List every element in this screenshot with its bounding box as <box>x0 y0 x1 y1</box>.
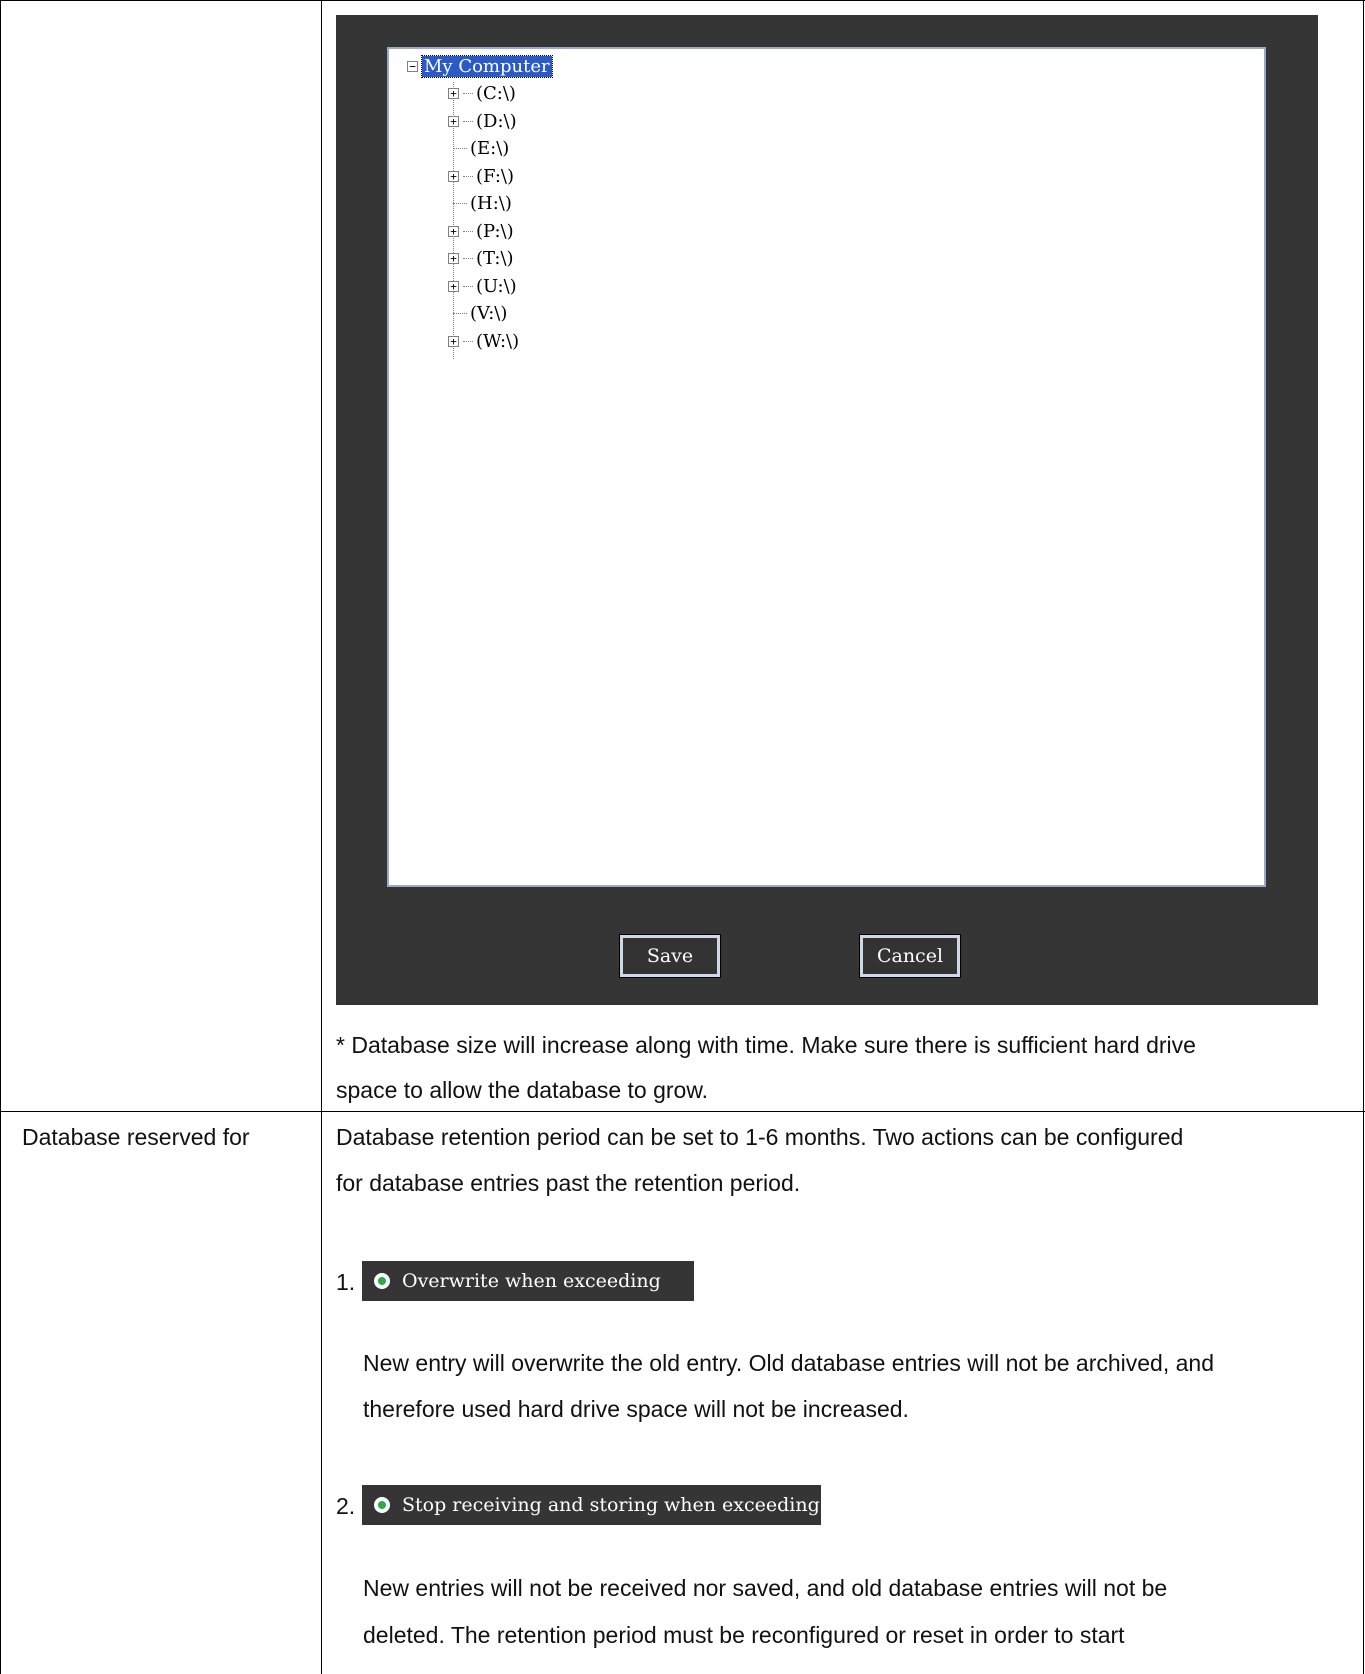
expand-icon[interactable]: + <box>448 87 459 99</box>
folder-tree-panel[interactable] <box>387 47 1266 887</box>
tree-drive-label: (E:\) <box>470 137 510 159</box>
expand-icon[interactable]: + <box>448 280 459 292</box>
tree-drive-node[interactable]: + (U:\) <box>448 272 517 300</box>
radio-selected-icon <box>374 1497 390 1513</box>
tree-connector <box>453 147 467 149</box>
option-desc-line-1: New entry will overwrite the old entry. … <box>363 1350 1214 1376</box>
row-label: Database reserved for <box>22 1124 250 1150</box>
table-left-border <box>0 0 1 1674</box>
option-desc-line-2: therefore used hard drive space will not… <box>363 1396 909 1422</box>
table-top-border <box>0 0 1365 1</box>
save-button[interactable]: Save <box>619 934 721 978</box>
expand-icon[interactable]: + <box>448 335 459 347</box>
tree-drive-label: (H:\) <box>470 192 512 214</box>
radio-label: Stop receiving and storing when exceedin… <box>402 1494 820 1516</box>
option-number: 1. <box>336 1269 356 1295</box>
tree-drive-node[interactable]: + (P:\) <box>448 217 514 245</box>
tree-drive-label: (U:\) <box>476 275 517 297</box>
tree-drive-label: (C:\) <box>476 82 516 104</box>
tree-connector <box>453 202 467 204</box>
tree-drive-node[interactable]: + (T:\) <box>448 244 514 272</box>
tree-connector <box>463 175 473 177</box>
tree-drive-node[interactable]: (E:\) <box>448 134 509 162</box>
tree-connector <box>463 92 473 94</box>
tree-drive-label: (P:\) <box>476 220 514 242</box>
option-number: 2. <box>336 1493 356 1519</box>
tree-connector <box>453 312 467 314</box>
tree-drive-label: (V:\) <box>470 302 508 324</box>
tree-connector <box>463 230 473 232</box>
expand-icon[interactable]: + <box>448 225 459 237</box>
intro-line-1: Database retention period can be set to … <box>336 1124 1184 1150</box>
option-desc-line-2: deleted. The retention period must be re… <box>363 1622 1125 1648</box>
tree-drive-label: (W:\) <box>476 330 520 352</box>
tree-drive-label: (D:\) <box>476 110 517 132</box>
radio-label: Overwrite when exceeding <box>402 1270 661 1292</box>
intro-line-2: for database entries past the retention … <box>336 1170 801 1196</box>
expand-icon[interactable]: + <box>448 115 459 127</box>
overwrite-radio-option[interactable]: Overwrite when exceeding <box>362 1261 694 1301</box>
tree-drive-node[interactable]: (H:\) <box>448 189 512 217</box>
table-right-border <box>1363 0 1364 1674</box>
tree-root[interactable]: − My Computer <box>407 52 553 80</box>
tree-connector <box>463 257 473 259</box>
tree-drive-node[interactable]: (V:\) <box>448 299 507 327</box>
note-line-2: space to allow the database to grow. <box>336 1077 709 1103</box>
tree-connector <box>463 340 473 342</box>
collapse-icon[interactable]: − <box>407 60 418 72</box>
tree-drive-label: (T:\) <box>476 247 514 269</box>
radio-selected-icon <box>374 1273 390 1289</box>
stop-receiving-radio-option[interactable]: Stop receiving and storing when exceedin… <box>362 1485 821 1525</box>
expand-icon[interactable]: + <box>448 170 459 182</box>
note-line-1: * Database size will increase along with… <box>336 1032 1196 1058</box>
tree-root-label: My Computer <box>421 54 553 78</box>
option-desc-line-1: New entries will not be received nor sav… <box>363 1575 1168 1601</box>
tree-drive-node[interactable]: + (C:\) <box>448 79 516 107</box>
tree-drive-label: (F:\) <box>476 165 515 187</box>
tree-connector <box>463 285 473 287</box>
tree-connector <box>463 120 473 122</box>
tree-drive-node[interactable]: + (D:\) <box>448 107 517 135</box>
expand-icon[interactable]: + <box>448 252 459 264</box>
tree-drive-node[interactable]: + (F:\) <box>448 162 514 190</box>
cancel-button[interactable]: Cancel <box>859 934 961 978</box>
tree-drive-node[interactable]: + (W:\) <box>448 327 519 355</box>
table-column-divider <box>321 0 322 1674</box>
